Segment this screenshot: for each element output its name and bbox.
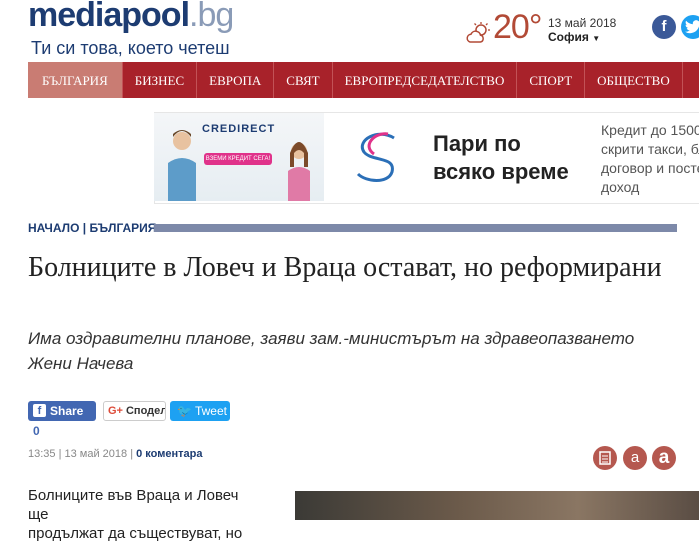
google-share-button[interactable]: G+Споделете [103, 401, 166, 421]
temperature: 20° [493, 8, 542, 46]
font-larger-icon[interactable]: a [652, 446, 676, 470]
logo-main: mediapool [28, 0, 190, 34]
nav-item-society[interactable]: ОБЩЕСТВО [585, 62, 683, 98]
ad-image[interactable]: CREDIRECT ВЗЕМИ КРЕДИТ СЕГА! [154, 113, 324, 201]
share-count: 0 [30, 424, 43, 438]
tweet-button[interactable]: 🐦 Tweet [170, 401, 230, 421]
nav-item-business[interactable]: БИЗНЕС [123, 62, 198, 98]
article-meta: 13:35 | 13 май 2018 | 0 коментара [28, 448, 202, 460]
current-date: 13 май 2018 [548, 16, 617, 30]
print-icon[interactable] [593, 446, 617, 470]
twitter-bird-icon: 🐦 [177, 404, 192, 418]
breadcrumb[interactable]: НАЧАЛО | БЪЛГАРИЯ [28, 221, 156, 235]
city-label: София [548, 30, 589, 44]
nav-item-europe[interactable]: ЕВРОПА [197, 62, 275, 98]
article-title: Болниците в Ловеч и Враца остават, но ре… [28, 252, 662, 283]
nav-item-bulgaria[interactable]: БЪЛГАРИЯ [28, 62, 123, 98]
article-photo[interactable] [295, 491, 699, 520]
publish-time: 13:35 | 13 май 2018 | [28, 448, 134, 460]
ad-description: Кредит до 1500 скрити такси, бл договор и … [601, 122, 699, 195]
breadcrumb-divider [154, 224, 677, 232]
nav-item-eu-presidency[interactable]: ЕВРОПРЕДСЕДАТЕЛСТВО [333, 62, 518, 98]
font-smaller-icon[interactable]: a [623, 446, 647, 470]
person-illustration-icon [168, 130, 310, 201]
facebook-icon: f [33, 404, 46, 417]
comments-link[interactable]: 0 коментара [136, 448, 202, 460]
tagline: Ти си това, което четеш [31, 38, 230, 58]
city-selector[interactable]: София ▼ [548, 30, 600, 44]
article-body: Болниците във Враца и Ловеч ще продължат … [28, 487, 243, 542]
nav-item-sport[interactable]: СПОРТ [517, 62, 586, 98]
logo-domain: .bg [189, 0, 234, 34]
ad-heading: Пари по всяко време [433, 131, 569, 184]
partly-cloudy-icon [466, 22, 490, 43]
credirect-logo-icon [356, 132, 395, 182]
site-logo[interactable]: mediapool.bg [28, 0, 234, 35]
facebook-share-button[interactable]: f Share 0 [28, 401, 96, 438]
google-plus-icon: G+ [108, 405, 123, 417]
twitter-icon[interactable] [681, 15, 699, 39]
main-navigation: БЪЛГАРИЯ БИЗНЕС ЕВРОПА СВЯТ ЕВРОПРЕДСЕДА… [28, 62, 699, 98]
nav-item-world[interactable]: СВЯТ [274, 62, 333, 98]
article-subtitle: Има оздравителни планове, заяви зам.-мин… [28, 329, 635, 373]
chevron-down-icon: ▼ [592, 34, 601, 43]
facebook-icon[interactable]: f [652, 15, 676, 39]
